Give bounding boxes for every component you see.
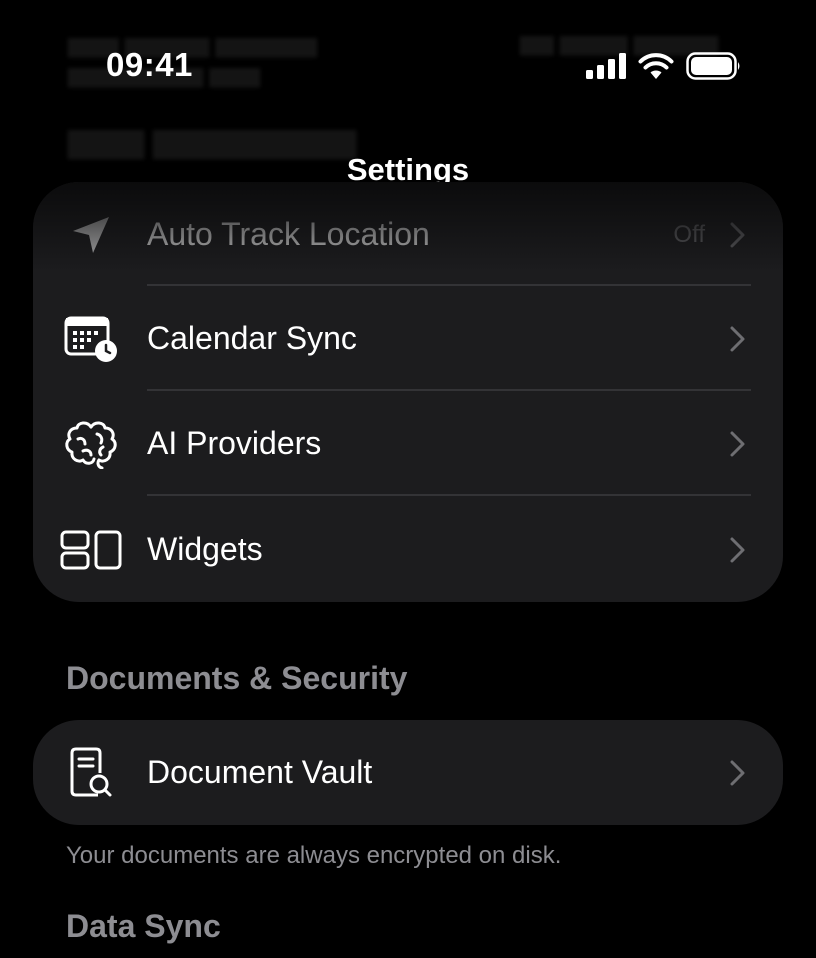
row-label: Widgets — [147, 531, 263, 567]
row-label: AI Providers — [147, 425, 322, 461]
row-label: Auto Track Location — [147, 216, 430, 252]
row-label: Document Vault — [147, 754, 373, 790]
row-widgets[interactable]: Widgets — [33, 497, 783, 602]
location-arrow-icon — [59, 203, 123, 267]
status-icons — [586, 52, 742, 80]
documents-footnote: Your documents are always encrypted on d… — [66, 842, 562, 869]
chevron-right-icon — [730, 760, 745, 785]
row-ai-providers[interactable]: AI Providers — [33, 391, 783, 496]
battery-icon — [686, 52, 740, 80]
documents-card: Document Vault — [33, 720, 783, 825]
chevron-right-icon — [730, 222, 745, 247]
chevron-right-icon — [730, 537, 745, 562]
brain-icon — [59, 412, 123, 476]
scrolled-content-ghost: ▆▆▆ ▆▆▆▆▆ ▆▆▆▆▆▆ ▆▆▆▆▆▆▆▆ ▆▆▆ — [68, 32, 318, 87]
calendar-clock-icon — [59, 307, 123, 371]
row-auto-track-location[interactable]: Auto Track Location Off — [33, 182, 783, 287]
wifi-icon — [638, 53, 674, 79]
row-value: Off — [673, 220, 705, 248]
app-features-card: Auto Track Location Off Calendar Sync AI… — [33, 182, 783, 602]
chevron-right-icon — [730, 326, 745, 351]
row-label: Calendar Sync — [147, 320, 357, 356]
section-title-data-sync: Data Sync — [66, 908, 221, 944]
row-calendar-sync[interactable]: Calendar Sync — [33, 286, 783, 391]
divider — [147, 494, 751, 496]
chevron-right-icon — [730, 431, 745, 456]
scrolled-content-ghost: ▆▆ ▆▆▆▆ ▆▆▆▆▆ — [520, 30, 719, 55]
section-title-documents-security: Documents & Security — [66, 660, 408, 696]
document-search-icon — [59, 741, 123, 805]
cellular-signal-icon — [586, 53, 626, 79]
widgets-icon — [59, 518, 123, 582]
row-document-vault[interactable]: Document Vault — [33, 720, 783, 825]
